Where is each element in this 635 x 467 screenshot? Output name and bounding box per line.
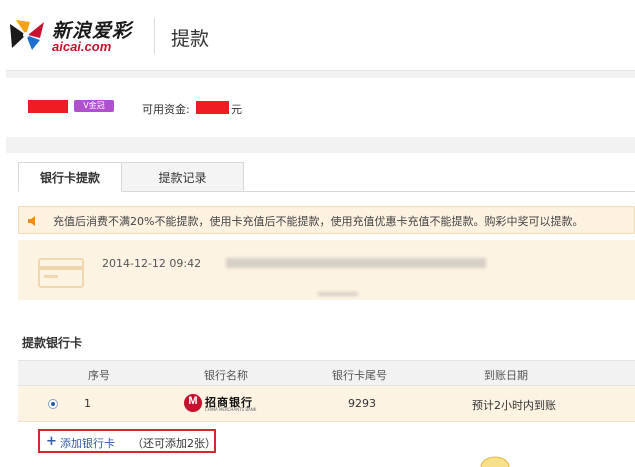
aicai-logo-icon xyxy=(10,20,44,50)
notice-bar: 充值后消费不满20%不能提款，使用卡充值后不能提款，使用充值优惠卡充值不能提款。… xyxy=(18,206,635,234)
blurred-record-detail xyxy=(226,258,486,268)
plus-icon: + xyxy=(46,434,57,449)
column-header-card-tail: 银行卡尾号 xyxy=(332,369,387,382)
withdraw-tabs: 银行卡提款 提款记录 xyxy=(18,162,635,192)
mascot-icon xyxy=(480,456,510,467)
notice-text: 充值后消费不满20%不能提款，使用卡充值后不能提款，使用充值优惠卡充值不能提款。… xyxy=(53,215,584,228)
bank-english-name: CHINA MERCHANTS BANK xyxy=(205,407,257,412)
add-bank-card-button[interactable]: + 添加银行卡 （还可添加2张） xyxy=(38,429,216,453)
add-card-label: 添加银行卡 xyxy=(60,437,115,450)
bank-card-icon xyxy=(38,258,84,288)
cmb-bank-icon xyxy=(184,394,202,412)
redacted-username xyxy=(28,100,68,113)
account-summary: V金冠 可用资金: 元 xyxy=(6,80,635,136)
row-index: 1 xyxy=(84,397,91,410)
table-row[interactable]: 1 招商银行 CHINA MERCHANTS BANK 9293 预计2小时内到… xyxy=(18,386,635,422)
page-header: 新浪爱彩 aicai.com 提款 xyxy=(0,0,635,70)
table-header: 序号 银行名称 银行卡尾号 到账日期 xyxy=(18,360,635,386)
speaker-icon xyxy=(28,216,35,226)
divider-strip xyxy=(6,70,635,78)
divider-strip xyxy=(6,137,635,153)
tab-bank-card-withdraw[interactable]: 银行卡提款 xyxy=(18,162,122,192)
column-header-index: 序号 xyxy=(88,369,110,382)
redacted-balance xyxy=(196,101,229,114)
bank-logo: 招商银行 CHINA MERCHANTS BANK xyxy=(184,394,264,414)
bank-section-title: 提款银行卡 xyxy=(22,336,83,350)
bank-card-radio[interactable] xyxy=(48,399,58,409)
tab-withdraw-records[interactable]: 提款记录 xyxy=(122,162,244,192)
column-header-bank-name: 银行名称 xyxy=(204,369,248,382)
balance-label: 可用资金: xyxy=(142,103,190,116)
header-divider xyxy=(154,18,155,54)
site-logo[interactable]: 新浪爱彩 aicai.com xyxy=(6,14,146,58)
vip-badge: V金冠 xyxy=(74,100,114,112)
card-tail-number: 9293 xyxy=(348,397,376,410)
add-card-hint: （还可添加2张） xyxy=(132,437,216,450)
logo-english-text: aicai.com xyxy=(52,39,112,54)
record-time: 2014-12-12 09:42 xyxy=(102,257,202,270)
page-title: 提款 xyxy=(171,28,210,50)
column-header-arrival: 到账日期 xyxy=(484,369,528,382)
arrival-estimate: 预计2小时内到账 xyxy=(472,399,556,412)
balance-unit: 元 xyxy=(231,103,242,116)
latest-withdraw-record: 2014-12-12 09:42 xyxy=(18,240,635,300)
blurred-record-detail xyxy=(318,292,358,296)
